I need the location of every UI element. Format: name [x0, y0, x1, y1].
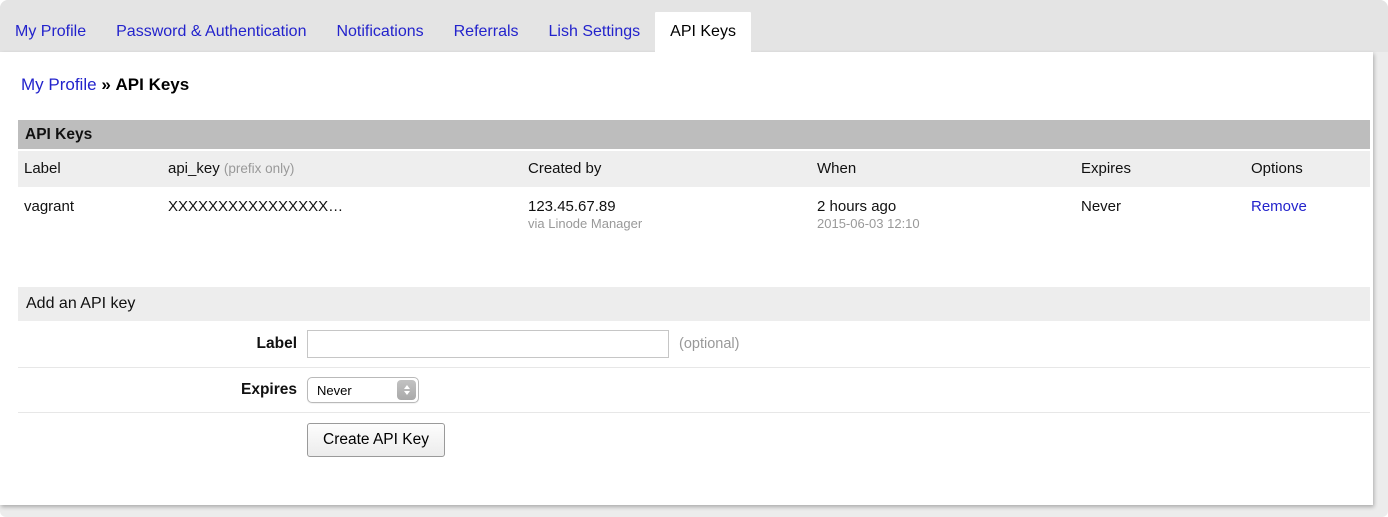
tab-referrals[interactable]: Referrals — [439, 12, 534, 52]
api-key-row: vagrant XXXXXXXXXXXXXXXX… 123.45.67.89 v… — [18, 187, 1370, 249]
column-header-options: Options — [1245, 160, 1370, 177]
label-input[interactable] — [307, 330, 669, 358]
chevron-up-icon — [404, 385, 410, 389]
column-header-when: When — [811, 160, 1075, 177]
api-key-when-cell: 2 hours ago 2015-06-03 12:10 — [811, 198, 1075, 249]
breadcrumb-separator: » — [101, 75, 110, 94]
column-header-created-by: Created by — [522, 160, 811, 177]
api-key-prefix-cell: XXXXXXXXXXXXXXXX… — [162, 198, 522, 249]
expires-select[interactable]: Never — [307, 377, 419, 403]
submit-form-row: Create API Key — [18, 413, 1370, 469]
expires-selected-value: Never — [308, 383, 352, 398]
label-form-row: Label (optional) — [18, 321, 1370, 368]
api-key-label-cell: vagrant — [18, 198, 162, 249]
api-key-expires-cell: Never — [1075, 198, 1245, 249]
remove-api-key-link[interactable]: Remove — [1251, 198, 1307, 215]
breadcrumb-my-profile-link[interactable]: My Profile — [21, 75, 97, 94]
api-key-prefix-note: (prefix only) — [224, 161, 295, 176]
create-api-key-button[interactable]: Create API Key — [307, 423, 445, 457]
tab-my-profile[interactable]: My Profile — [0, 12, 101, 52]
profile-tab-bar: My Profile Password & Authentication Not… — [0, 0, 1388, 52]
tab-lish-settings[interactable]: Lish Settings — [534, 12, 656, 52]
label-optional-note: (optional) — [679, 336, 739, 352]
when-absolute: 2015-06-03 12:10 — [817, 216, 1075, 231]
breadcrumb: My Profile » API Keys — [0, 75, 1373, 97]
when-relative: 2 hours ago — [817, 198, 1075, 215]
add-api-key-section-title: Add an API key — [18, 287, 1370, 321]
api-keys-table-title: API Keys — [18, 120, 1370, 151]
column-header-api-key: api_key (prefix only) — [162, 160, 522, 177]
select-stepper-icon — [397, 380, 416, 400]
created-by-ip: 123.45.67.89 — [528, 198, 811, 215]
api-keys-table-header-row: Label api_key (prefix only) Created by W… — [18, 151, 1370, 187]
tab-notifications[interactable]: Notifications — [321, 12, 438, 52]
label-field-label: Label — [18, 335, 307, 353]
expires-form-row: Expires Never — [18, 368, 1370, 413]
column-header-label: Label — [18, 160, 162, 177]
content-card: My Profile » API Keys API Keys Label api… — [0, 52, 1373, 505]
breadcrumb-current: API Keys — [116, 75, 190, 94]
api-keys-table: API Keys Label api_key (prefix only) Cre… — [18, 120, 1370, 249]
tab-password-authentication[interactable]: Password & Authentication — [101, 12, 321, 52]
column-header-expires: Expires — [1075, 160, 1245, 177]
api-key-created-by-cell: 123.45.67.89 via Linode Manager — [522, 198, 811, 249]
chevron-down-icon — [404, 391, 410, 395]
tab-api-keys[interactable]: API Keys — [655, 12, 751, 52]
api-key-options-cell: Remove — [1245, 198, 1370, 249]
settings-window: My Profile Password & Authentication Not… — [0, 0, 1388, 517]
created-by-via: via Linode Manager — [528, 216, 811, 231]
expires-field-label: Expires — [18, 381, 307, 399]
